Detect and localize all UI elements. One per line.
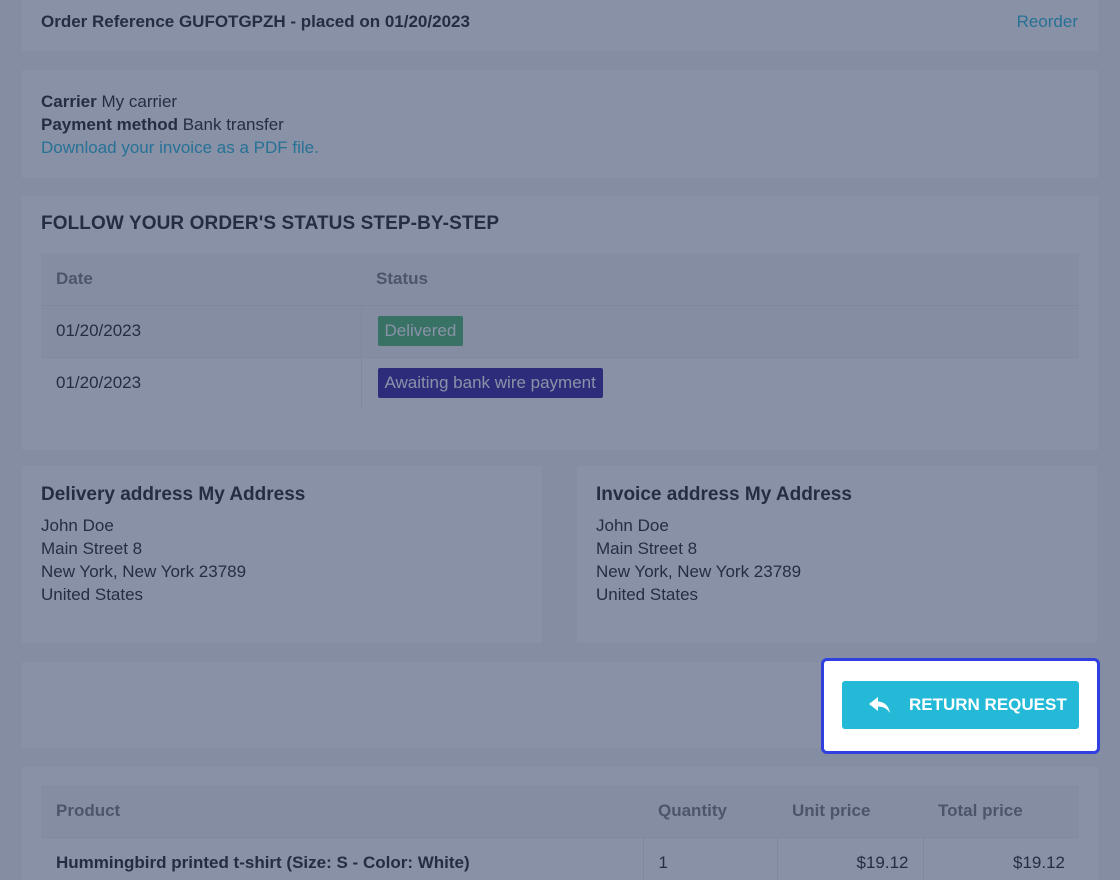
carrier-value: My carrier	[101, 92, 178, 111]
order-status-card: FOLLOW YOUR ORDER'S STATUS STEP-BY-STEP …	[22, 196, 1098, 450]
order-details-card: Carrier My carrier Payment method Bank t…	[22, 70, 1098, 178]
product-total-price: $19.12	[923, 836, 1079, 880]
return-request-label: RETURN REQUEST	[909, 695, 1067, 714]
col-unit-price: Unit price	[777, 785, 923, 837]
product-unit-price: $19.12	[777, 836, 924, 880]
address-line: United States	[41, 585, 144, 604]
delivery-address-card: Delivery address My Address John Doe Mai…	[22, 466, 542, 643]
status-col-date: Date	[41, 253, 361, 305]
status-badge: Awaiting bank wire payment	[377, 368, 603, 399]
products-table-header: Product Quantity Unit price Total price	[41, 785, 1079, 837]
product-quantity: 1	[643, 836, 778, 880]
address-line: New York, New York 23789	[41, 562, 247, 581]
payment-value: Bank transfer	[182, 115, 284, 134]
order-header-card: Order Reference GUFOTGPZH - placed on 01…	[22, 0, 1098, 51]
reply-arrow-icon	[868, 693, 896, 717]
delivery-address-title: Delivery address My Address	[41, 484, 306, 505]
reorder-link[interactable]: Reorder	[1017, 12, 1078, 32]
payment-line: Payment method Bank transfer	[41, 113, 319, 136]
col-product: Product	[41, 785, 643, 837]
table-row: 01/20/2023 Delivered	[41, 304, 1079, 357]
address-line: United States	[596, 585, 699, 604]
invoice-address-card: Invoice address My Address John Doe Main…	[577, 466, 1097, 643]
download-invoice-link[interactable]: Download your invoice as a PDF file.	[41, 138, 319, 157]
address-line: Main Street 8	[596, 539, 698, 558]
products-table: Product Quantity Unit price Total price …	[41, 785, 1079, 880]
address-line: John Doe	[596, 516, 669, 535]
payment-label: Payment method	[41, 115, 178, 134]
status-table-header: Date Status	[41, 253, 1079, 305]
col-quantity: Quantity	[643, 785, 777, 837]
return-request-button[interactable]: RETURN REQUEST	[842, 681, 1079, 729]
status-section-title: FOLLOW YOUR ORDER'S STATUS STEP-BY-STEP	[41, 213, 500, 234]
status-date: 01/20/2023	[41, 304, 362, 357]
table-row: Hummingbird printed t-shirt (Size: S - C…	[41, 836, 1079, 880]
invoice-address-title: Invoice address My Address	[596, 484, 852, 505]
order-title: Order Reference GUFOTGPZH - placed on 01…	[41, 12, 470, 31]
status-badge: Delivered	[377, 316, 464, 346]
carrier-label: Carrier	[41, 92, 97, 111]
products-card: Product Quantity Unit price Total price …	[22, 767, 1098, 880]
status-date: 01/20/2023	[41, 356, 362, 409]
address-line: New York, New York 23789	[596, 562, 802, 581]
table-row: 01/20/2023 Awaiting bank wire payment	[41, 356, 1079, 409]
col-total-price: Total price	[923, 785, 1079, 837]
status-table: Date Status 01/20/2023 Delivered 01/20/2…	[41, 253, 1079, 409]
carrier-line: Carrier My carrier	[41, 90, 319, 113]
address-line: John Doe	[41, 516, 114, 535]
address-line: Main Street 8	[41, 539, 143, 558]
status-col-status: Status	[361, 253, 1079, 305]
product-name: Hummingbird printed t-shirt (Size: S - C…	[41, 836, 644, 880]
